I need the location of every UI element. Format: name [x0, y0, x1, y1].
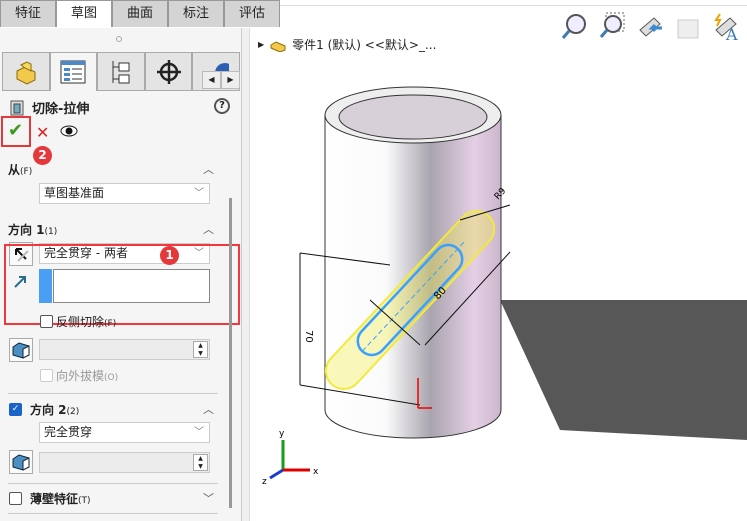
tab-features[interactable]: 特征 [0, 0, 56, 27]
divider [8, 483, 218, 484]
divider [8, 513, 218, 514]
tab-surfaces[interactable]: 曲面 [112, 0, 168, 27]
collapse-direction2-icon[interactable]: ︿ [203, 401, 214, 417]
draft-outward-label: 向外拔模(O) [56, 369, 119, 383]
draft-angle-input[interactable]: ▲ ▼ [39, 339, 210, 360]
direction2-end-condition-select[interactable]: 完全贯穿 ﹀ [39, 422, 210, 443]
crosshair-icon [156, 59, 181, 84]
panel-scrollbar[interactable] [229, 198, 232, 508]
collapse-direction1-icon[interactable]: ︿ [203, 221, 214, 237]
part-name: 零件1 (默认) <<默认>_... [292, 38, 437, 52]
draft-angle-spinner[interactable]: ▲ ▼ [193, 341, 208, 358]
property-manager: ◀ ▶ 切除-拉伸 ? ✔ ✕ 2 从(F) ︿ 草图基准面 ﹀ 方向 1(1) ︿… [0, 28, 242, 521]
from-select[interactable]: 草图基准面 ﹀ [39, 183, 210, 204]
section-view-icon[interactable] [674, 12, 702, 40]
ok-button[interactable]: ✔ [8, 120, 23, 141]
step-badge-2: 2 [33, 146, 52, 165]
dynamic-annotation-icon[interactable]: A [712, 12, 740, 40]
feature-title-text: 切除-拉伸 [32, 102, 90, 117]
panel-grip[interactable] [116, 36, 122, 42]
previous-view-icon[interactable] [636, 12, 664, 40]
scroll-left-button[interactable]: ◀ [202, 71, 221, 89]
property-list-icon [60, 60, 86, 84]
part-icon [270, 40, 286, 52]
configuration-tab[interactable] [97, 52, 145, 91]
config-tree-icon [112, 60, 130, 83]
draft-icon [12, 454, 30, 471]
draft-outward-checkbox[interactable] [40, 369, 53, 382]
view-toolbar: A [560, 12, 740, 40]
collapse-from-icon[interactable]: ︿ [203, 161, 214, 177]
expand-thin-feature-icon[interactable]: ﹀ [203, 490, 214, 506]
feature-title: 切除-拉伸 [10, 98, 89, 117]
help-button[interactable]: ? [214, 98, 230, 114]
direction1-section-header[interactable]: 方向 1(1) [8, 221, 57, 238]
tab-scroll: ◀ ▶ [202, 71, 240, 89]
draft-toggle-button[interactable] [9, 338, 33, 362]
direction2-draft-angle-input[interactable]: ▲ ▼ [39, 452, 210, 473]
panel-splitter[interactable] [242, 28, 250, 521]
scroll-right-button[interactable]: ▶ [221, 71, 240, 89]
property-manager-tab[interactable] [49, 52, 98, 91]
expand-icon[interactable]: ▶ [258, 40, 264, 49]
triad-icon: y x z [262, 429, 319, 487]
shadow [500, 300, 747, 440]
zoom-to-fit-icon[interactable] [560, 12, 588, 40]
tab-evaluate[interactable]: 评估 [224, 0, 280, 27]
top-divider [280, 0, 747, 6]
svg-text:z: z [262, 477, 267, 487]
svg-text:x: x [313, 467, 319, 477]
thin-feature-section-header[interactable]: 薄壁特征(T) [30, 490, 91, 507]
svg-text:y: y [279, 429, 285, 439]
dimension-70[interactable]: 70 [303, 330, 314, 343]
part-icon [16, 60, 36, 85]
dimxpert-tab[interactable] [144, 52, 193, 91]
tab-sketch[interactable]: 草图 [56, 0, 112, 27]
cylinder-bore [338, 94, 488, 140]
preview-eye-icon[interactable] [60, 125, 78, 137]
direction2-draft-button[interactable] [9, 450, 33, 474]
cut-extrude-icon [10, 100, 24, 115]
direction1-highlight [4, 244, 240, 325]
draft-icon [12, 342, 30, 359]
thin-feature-checkbox[interactable] [9, 492, 22, 505]
flyout-tree-root[interactable]: ▶ 零件1 (默认) <<默认>_... [258, 36, 436, 53]
svg-text:A: A [725, 25, 738, 40]
from-section-header[interactable]: 从(F) [8, 161, 32, 178]
flip-side-label: 反侧切除(F) [56, 315, 117, 329]
cancel-button[interactable]: ✕ [36, 123, 49, 142]
graphics-viewport[interactable]: 70 80 R9 y x z [250, 60, 747, 521]
zoom-to-area-icon[interactable] [598, 12, 626, 40]
feature-tree-tab[interactable] [2, 52, 50, 91]
direction2-spinner[interactable]: ▲ ▼ [193, 454, 208, 471]
direction2-section-header[interactable]: 方向 2(2) [30, 401, 79, 418]
flip-side-checkbox[interactable] [40, 315, 53, 328]
divider [8, 393, 218, 394]
tab-markup[interactable]: 标注 [168, 0, 224, 27]
command-manager-tabs: 特征 草图 曲面 标注 评估 [0, 0, 280, 27]
direction2-checkbox[interactable]: ✓ [9, 403, 22, 416]
